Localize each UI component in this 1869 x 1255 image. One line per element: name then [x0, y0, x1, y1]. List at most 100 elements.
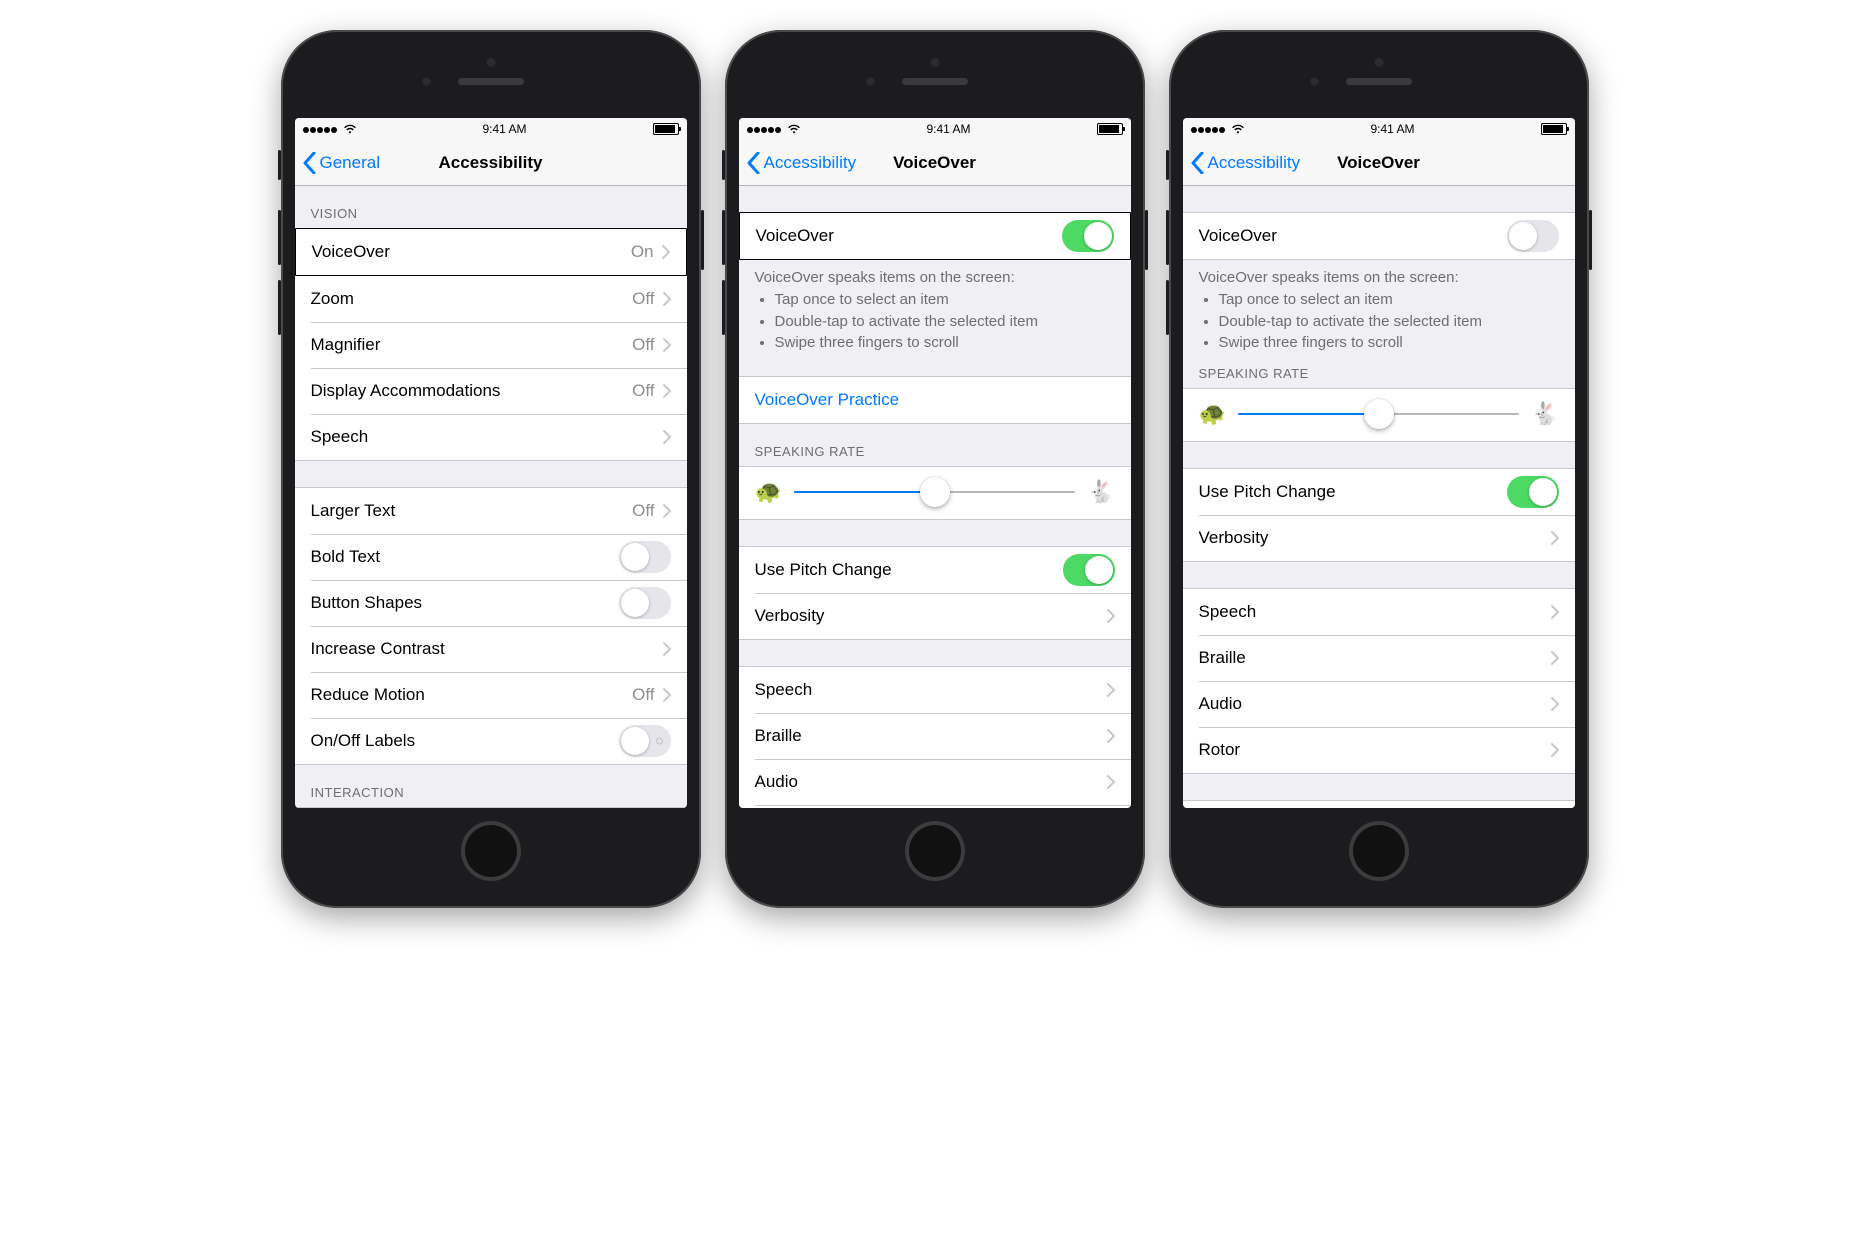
nav-title: Accessibility — [439, 153, 543, 173]
chevron-right-icon — [1107, 775, 1115, 789]
row-use-pitch-change[interactable]: Use Pitch Change — [739, 547, 1131, 593]
toggle-use-pitch[interactable] — [1063, 554, 1115, 586]
row-audio[interactable]: Audio — [739, 759, 1131, 805]
row-label: VoiceOver — [756, 226, 1062, 246]
slider-track[interactable] — [1238, 413, 1519, 415]
nav-title: VoiceOver — [1337, 153, 1420, 173]
row-label: Audio — [755, 772, 1107, 792]
row-voiceover-toggle[interactable]: VoiceOver — [1183, 213, 1575, 259]
footer-heading: VoiceOver speaks items on the screen: — [755, 268, 1115, 288]
row-label: Magnifier — [311, 335, 633, 355]
home-button[interactable] — [461, 821, 521, 881]
side-button-vol-up — [278, 210, 281, 265]
row-label: VoiceOver — [1199, 226, 1507, 246]
proximity-sensor-icon — [486, 58, 495, 67]
home-button[interactable] — [905, 821, 965, 881]
tortoise-icon: 🐢 — [1199, 401, 1226, 427]
row-display-accommodations[interactable]: Display Accommodations Off — [295, 368, 687, 414]
slider-fill — [1238, 413, 1379, 415]
row-magnifier[interactable]: Magnifier Off — [295, 322, 687, 368]
row-voiceover[interactable]: VoiceOver On — [296, 229, 686, 275]
toggle-voiceover[interactable] — [1062, 220, 1114, 252]
toggle-onoff-labels[interactable] — [619, 725, 671, 757]
row-label: Braille — [1199, 648, 1551, 668]
slider-fill — [794, 491, 935, 493]
row-larger-text[interactable]: Larger Text Off — [295, 488, 687, 534]
row-label: Verbosity — [755, 606, 1107, 626]
slider-speaking-rate[interactable]: 🐢 🐇 — [739, 466, 1131, 520]
home-button[interactable] — [1349, 821, 1409, 881]
row-value: Off — [632, 381, 654, 401]
wifi-icon — [343, 124, 357, 134]
slider-track[interactable] — [794, 491, 1075, 493]
back-button[interactable]: Accessibility — [747, 152, 857, 174]
row-increase-contrast[interactable]: Increase Contrast — [295, 626, 687, 672]
row-use-pitch-change[interactable]: Use Pitch Change — [1183, 469, 1575, 515]
row-voiceover-practice[interactable]: VoiceOver Practice — [739, 377, 1131, 423]
tortoise-icon: 🐢 — [755, 479, 782, 505]
phone-frame: 9:41 AM Accessibility VoiceOver VoiceOve… — [1169, 30, 1589, 908]
section-header-vision: Vision — [295, 186, 687, 228]
status-bar: 9:41 AM — [295, 118, 687, 140]
section-header-interaction: Interaction — [295, 765, 687, 807]
row-button-shapes[interactable]: Button Shapes — [295, 580, 687, 626]
row-verbosity[interactable]: Verbosity — [1183, 515, 1575, 561]
row-value: Off — [632, 335, 654, 355]
row-onoff-labels[interactable]: On/Off Labels — [295, 718, 687, 764]
row-label: Display Accommodations — [311, 381, 633, 401]
toggle-voiceover[interactable] — [1507, 220, 1559, 252]
toggle-button-shapes[interactable] — [619, 587, 671, 619]
row-value: On — [631, 242, 654, 262]
row-verbosity[interactable]: Verbosity — [739, 593, 1131, 639]
row-reduce-motion[interactable]: Reduce Motion Off — [295, 672, 687, 718]
screen-voiceover-on: 9:41 AM Accessibility VoiceOver VoiceOve… — [739, 118, 1131, 808]
row-label: Reduce Motion — [311, 685, 633, 705]
slider-knob[interactable] — [920, 477, 950, 507]
row-value: Off — [632, 501, 654, 521]
row-label: Bold Text — [311, 547, 619, 567]
side-button-mute — [1166, 150, 1169, 180]
back-button[interactable]: General — [303, 152, 380, 174]
row-braille[interactable]: Braille — [1183, 635, 1575, 681]
row-typing-style[interactable]: Typing Style Standard Typing — [1183, 801, 1575, 808]
earpiece-speaker-icon — [458, 78, 524, 85]
side-button-vol-up — [722, 210, 725, 265]
signal-dots-icon — [1191, 122, 1226, 136]
row-zoom[interactable]: Zoom Off — [295, 276, 687, 322]
chevron-right-icon — [663, 338, 671, 352]
row-speech[interactable]: Speech — [295, 414, 687, 460]
chevron-right-icon — [1107, 683, 1115, 697]
row-label: Audio — [1199, 694, 1551, 714]
row-bold-text[interactable]: Bold Text — [295, 534, 687, 580]
chevron-right-icon — [663, 688, 671, 702]
back-button[interactable]: Accessibility — [1191, 152, 1301, 174]
front-camera-icon — [421, 76, 432, 87]
row-voiceover-highlight: VoiceOver On — [295, 228, 687, 276]
earpiece-speaker-icon — [1346, 78, 1412, 85]
row-rotor[interactable]: Rotor — [1183, 727, 1575, 773]
side-button-vol-up — [1166, 210, 1169, 265]
row-label: Rotor — [1199, 740, 1551, 760]
chevron-right-icon — [1551, 531, 1559, 545]
row-braille[interactable]: Braille — [739, 713, 1131, 759]
toggle-use-pitch[interactable] — [1507, 476, 1559, 508]
hare-icon: 🐇 — [1531, 401, 1558, 427]
row-speech[interactable]: Speech — [739, 667, 1131, 713]
proximity-sensor-icon — [1374, 58, 1383, 67]
row-voiceover-toggle[interactable]: VoiceOver — [740, 213, 1130, 259]
chevron-right-icon — [1551, 605, 1559, 619]
chevron-right-icon — [1107, 729, 1115, 743]
footer-bullet: Double-tap to activate the selected item — [1219, 312, 1559, 332]
slider-speaking-rate[interactable]: 🐢 🐇 — [1183, 388, 1575, 442]
row-speech[interactable]: Speech — [1183, 589, 1575, 635]
nav-bar: General Accessibility — [295, 140, 687, 186]
toggle-bold-text[interactable] — [619, 541, 671, 573]
phone-frame: 9:41 AM Accessibility VoiceOver VoiceOve… — [725, 30, 1145, 908]
row-label: Verbosity — [1199, 528, 1551, 548]
section-header-speaking-rate: Speaking Rate — [1183, 358, 1575, 388]
row-audio[interactable]: Audio — [1183, 681, 1575, 727]
slider-knob[interactable] — [1364, 399, 1394, 429]
row-value: Off — [632, 289, 654, 309]
row-label: Increase Contrast — [311, 639, 663, 659]
chevron-right-icon — [663, 504, 671, 518]
